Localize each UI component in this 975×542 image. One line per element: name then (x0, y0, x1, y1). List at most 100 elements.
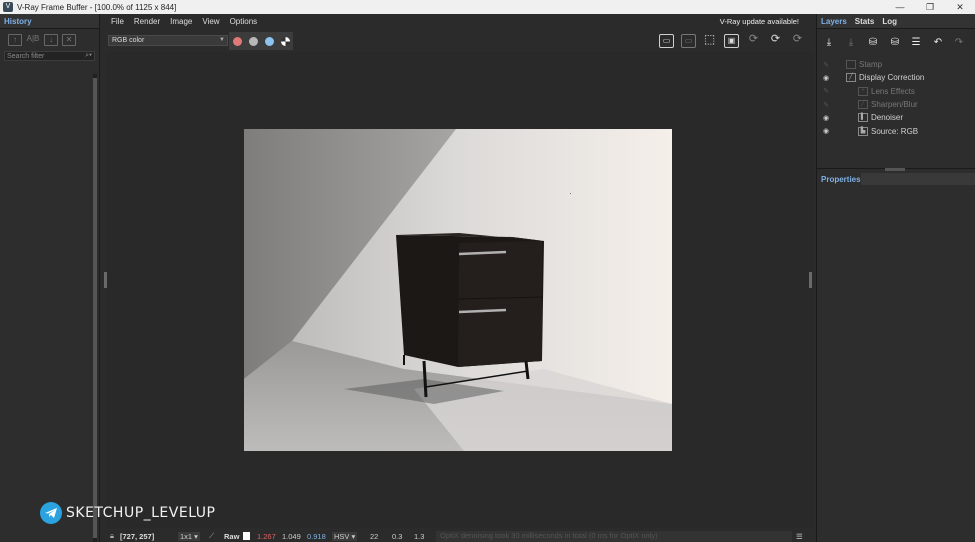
layer-label: Stamp (859, 60, 883, 70)
layer-tree: ✎ Stamp ◉ ╱ Display Correction ✎ + Lens … (817, 58, 975, 138)
history-search-field[interactable]: Search filter ⌕▾ (4, 51, 95, 61)
layer-label: Source: RGB (871, 126, 919, 136)
chevron-down-icon: ▼ (219, 37, 225, 43)
properties-label: Properties (821, 174, 861, 184)
pixel-coords: [727, 257] (120, 531, 155, 541)
tab-stats[interactable]: Stats (851, 15, 879, 28)
status-bar: 🔒︎ [727, 257] 1x1 ▾ ⟋ Raw 1.267 1.049 0.… (106, 530, 816, 542)
red-channel-toggle[interactable] (232, 36, 242, 46)
color-picker-icon[interactable]: ⟋ (209, 531, 214, 541)
menu-image[interactable]: Image (165, 17, 197, 26)
minimize-button[interactable]: — (885, 0, 915, 14)
channel-select-value: RGB color (112, 37, 145, 44)
channel-select[interactable]: RGB color ▼ (108, 35, 228, 46)
tab-layers[interactable]: Layers (817, 15, 851, 28)
stop-render-icon[interactable]: ⟳ (790, 34, 805, 48)
visibility-toggle-icon[interactable]: ✎ (821, 101, 831, 109)
menu-render[interactable]: Render (129, 17, 165, 26)
load-layers-icon[interactable]: ⛁ (865, 36, 881, 50)
layers-panel: Layers Stats Log ⤓ ⤓ ⛁ ⛁ ☰ ↶ ↷ ✎ Stamp ◉… (816, 14, 975, 542)
save-layers-icon[interactable]: ⛁ (887, 36, 903, 50)
sampling-select[interactable]: 1x1 ▾ (178, 531, 200, 541)
eye-icon[interactable]: ◉ (821, 74, 831, 82)
tab-log[interactable]: Log (878, 15, 901, 28)
vray-app-icon: V (3, 2, 13, 12)
render-last-icon[interactable]: ⟳ (746, 34, 761, 48)
mode-label: Raw (224, 531, 240, 541)
colorspace-select[interactable]: HSV ▾ (332, 531, 358, 541)
display-correction-icon: ╱ (846, 73, 856, 83)
compare-ab-icon[interactable]: A|B (26, 34, 40, 46)
save-image-icon[interactable]: ▭ (659, 34, 674, 48)
update-notice[interactable]: V-Ray update available! (715, 17, 804, 26)
hue-value: 22 (370, 531, 379, 541)
right-panel-resize-handle[interactable] (809, 272, 812, 288)
layer-row[interactable]: ✎ + Lens Effects (817, 85, 975, 98)
layer-label: Sharpen/Blur (871, 100, 918, 110)
layer-row[interactable]: ◉ ▙ Source: RGB (817, 124, 975, 137)
menu-file[interactable]: File (106, 17, 129, 26)
create-layer-icon[interactable]: ⤓ (821, 36, 837, 50)
status-message: OptiX denoising took 30 milliseconds in … (436, 530, 792, 542)
clear-image-icon[interactable]: ▭ (681, 34, 696, 48)
red-value: 1.267 (257, 531, 276, 541)
scrollbar-thumb[interactable] (93, 78, 97, 538)
visibility-toggle-icon[interactable]: ✎ (821, 61, 831, 69)
layer-row[interactable]: ✎ ╱ Sharpen/Blur (817, 98, 975, 111)
denoiser-icon: ▌ (858, 113, 868, 123)
source-icon: ▙ (858, 126, 868, 136)
telegram-icon (40, 502, 62, 524)
layer-label: Lens Effects (871, 86, 915, 96)
undo-icon[interactable]: ↶ (930, 36, 946, 50)
left-panel-resize-handle[interactable] (104, 272, 107, 288)
eye-icon[interactable]: ◉ (821, 114, 831, 122)
delete-layer-icon[interactable]: ⤓ (843, 36, 859, 50)
search-placeholder: Search filter (7, 52, 45, 60)
history-scrollbar[interactable] (93, 74, 97, 542)
close-button[interactable]: ✕ (945, 0, 975, 14)
restore-button[interactable]: ❐ (915, 0, 945, 14)
menu-options[interactable]: Options (225, 17, 263, 26)
remove-history-icon[interactable]: ✕ (62, 34, 76, 46)
blue-value: 0.918 (307, 531, 326, 541)
watermark-badge: SKETCHUP_LEVELUP (40, 502, 216, 524)
nightstand-render (244, 129, 672, 451)
layer-row[interactable]: ◉ ╱ Display Correction (817, 71, 975, 84)
blue-channel-toggle[interactable] (264, 36, 274, 46)
visibility-toggle-icon[interactable]: ✎ (821, 87, 831, 95)
green-value: 1.049 (282, 531, 301, 541)
log-icon[interactable]: ☰ (796, 532, 803, 541)
sharpen-blur-icon: ╱ (858, 100, 868, 110)
watermark-text: SKETCHUP_LEVELUP (66, 505, 216, 521)
layer-label: Display Correction (859, 73, 925, 83)
value-value: 1.3 (414, 531, 425, 541)
history-toolbar: ↑ A|B ↓ ✕ (0, 29, 99, 51)
redo-icon[interactable]: ↷ (951, 36, 967, 50)
tab-history[interactable]: History (0, 15, 36, 28)
save-to-history-icon[interactable]: ↑ (8, 34, 22, 46)
colorspace-value: HSV (334, 531, 350, 541)
stamp-layer-icon (846, 60, 856, 70)
properties-header: Properties (817, 172, 975, 186)
layer-row[interactable]: ✎ Stamp (817, 58, 975, 71)
layer-presets-icon[interactable]: ☰ (908, 36, 924, 50)
history-panel: History ↑ A|B ↓ ✕ Search filter ⌕▾ (0, 14, 100, 542)
right-tab-header: Layers Stats Log (817, 14, 975, 29)
region-render-icon[interactable]: ▣ (724, 34, 739, 48)
track-mouse-icon[interactable]: ⬚ (702, 33, 717, 48)
channel-toggle-group (229, 32, 293, 50)
splitter-grip[interactable] (885, 168, 905, 171)
color-swatch (243, 532, 250, 540)
green-channel-toggle[interactable] (248, 36, 258, 46)
search-icon[interactable]: ⌕▾ (85, 52, 92, 60)
interactive-render-icon[interactable]: ⟳ (768, 34, 783, 48)
main-toolbar: RGB color ▼ ▭ ▭ ⬚ ▣ ⟳ ⟳ ⟳ (106, 32, 816, 50)
load-history-icon[interactable]: ↓ (44, 34, 58, 46)
menu-bar: File Render Image View Options V-Ray upd… (106, 14, 816, 28)
eye-icon[interactable]: ◉ (821, 127, 831, 135)
lock-icon[interactable]: 🔒︎ (110, 531, 114, 541)
rendered-image[interactable] (244, 129, 672, 451)
menu-view[interactable]: View (197, 17, 224, 26)
alpha-channel-icon[interactable] (280, 36, 290, 46)
layer-row[interactable]: ◉ ▌ Denoiser (817, 111, 975, 124)
